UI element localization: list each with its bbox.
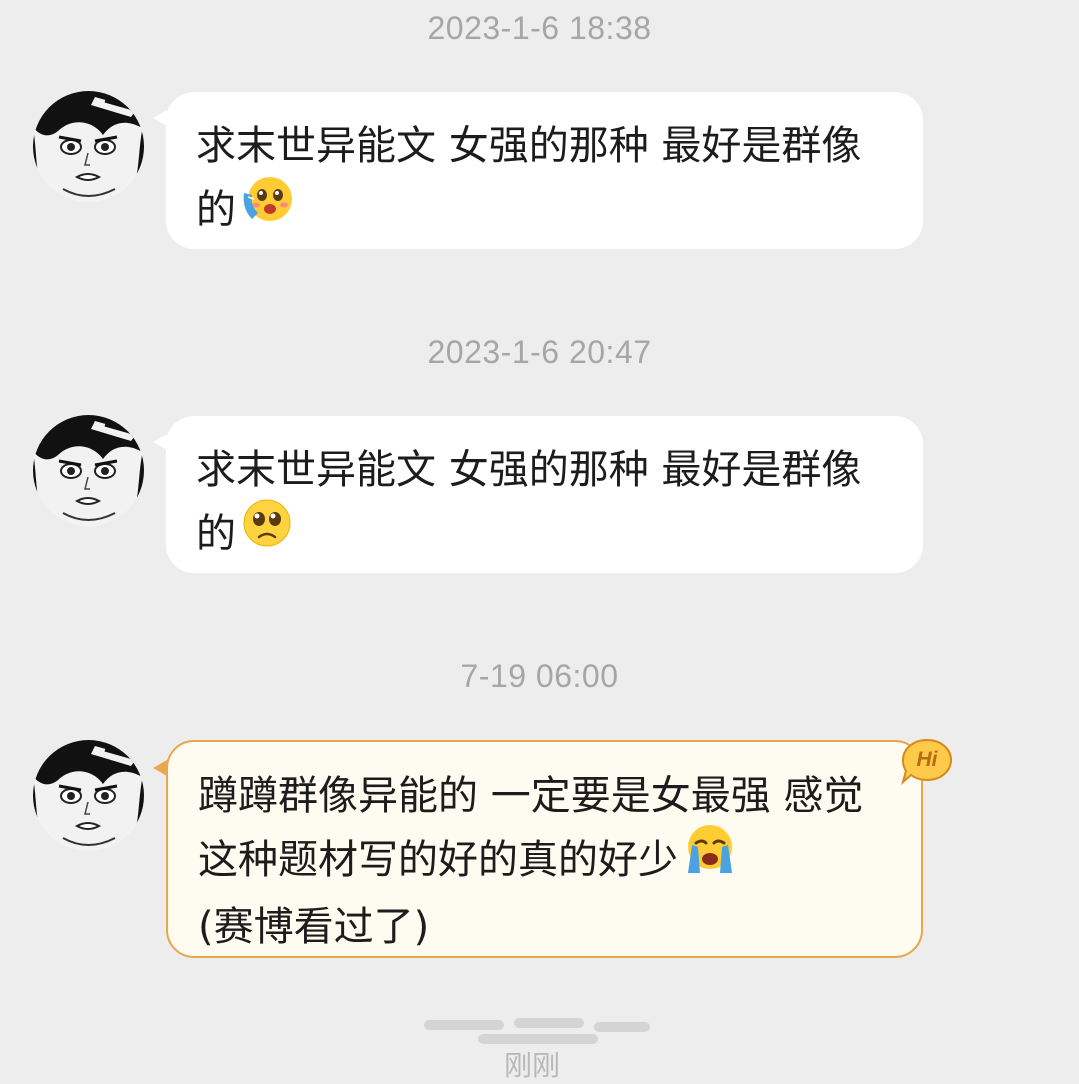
avatar[interactable] [33, 91, 144, 202]
message-bubble[interactable]: 求末世异能文 女强的那种 最好是群像的 [153, 416, 923, 573]
bubble-tail [153, 760, 167, 776]
message-text: 求末世异能文 女强的那种 最好是群像的 [196, 447, 862, 557]
hi-badge-label: Hi [916, 748, 938, 771]
blur-bar [478, 1034, 598, 1044]
blur-bar [424, 1020, 504, 1030]
message-text: 蹲蹲群像异能的 一定要是女最强 感觉这种题材写的好的真的好少 [198, 773, 864, 883]
hi-badge: Hi [901, 738, 953, 786]
timestamp: 7-19 06:00 [460, 658, 619, 694]
time-status-partial: 刚刚 [504, 1049, 561, 1082]
avatar-image [33, 91, 144, 202]
pleading-sad-face-emoji-icon [240, 497, 294, 567]
bubble-tail [153, 110, 167, 126]
blur-bar [514, 1018, 584, 1028]
avatar-image [33, 740, 144, 851]
timestamp: 2023-1-6 18:38 [427, 10, 652, 46]
avatar[interactable] [33, 740, 144, 851]
blurred-status-text: 刚刚 [418, 1012, 658, 1082]
face-holding-back-tears-emoji-icon [240, 173, 296, 243]
message-bubble-highlighted[interactable]: Hi 蹲蹲群像异能的 一定要是女最强 感觉这种题材写的好的真的好少 (赛博看过了… [153, 738, 953, 958]
message-bubble[interactable]: 求末世异能文 女强的那种 最好是群像的 [153, 92, 923, 249]
avatar[interactable] [33, 415, 144, 526]
avatar-image [33, 415, 144, 526]
bubble-tail [153, 434, 167, 450]
loudly-crying-face-emoji-icon [682, 823, 738, 893]
blur-bar [594, 1022, 650, 1032]
message-text-after: (赛博看过了) [198, 904, 430, 950]
timestamp: 2023-1-6 20:47 [427, 334, 652, 370]
